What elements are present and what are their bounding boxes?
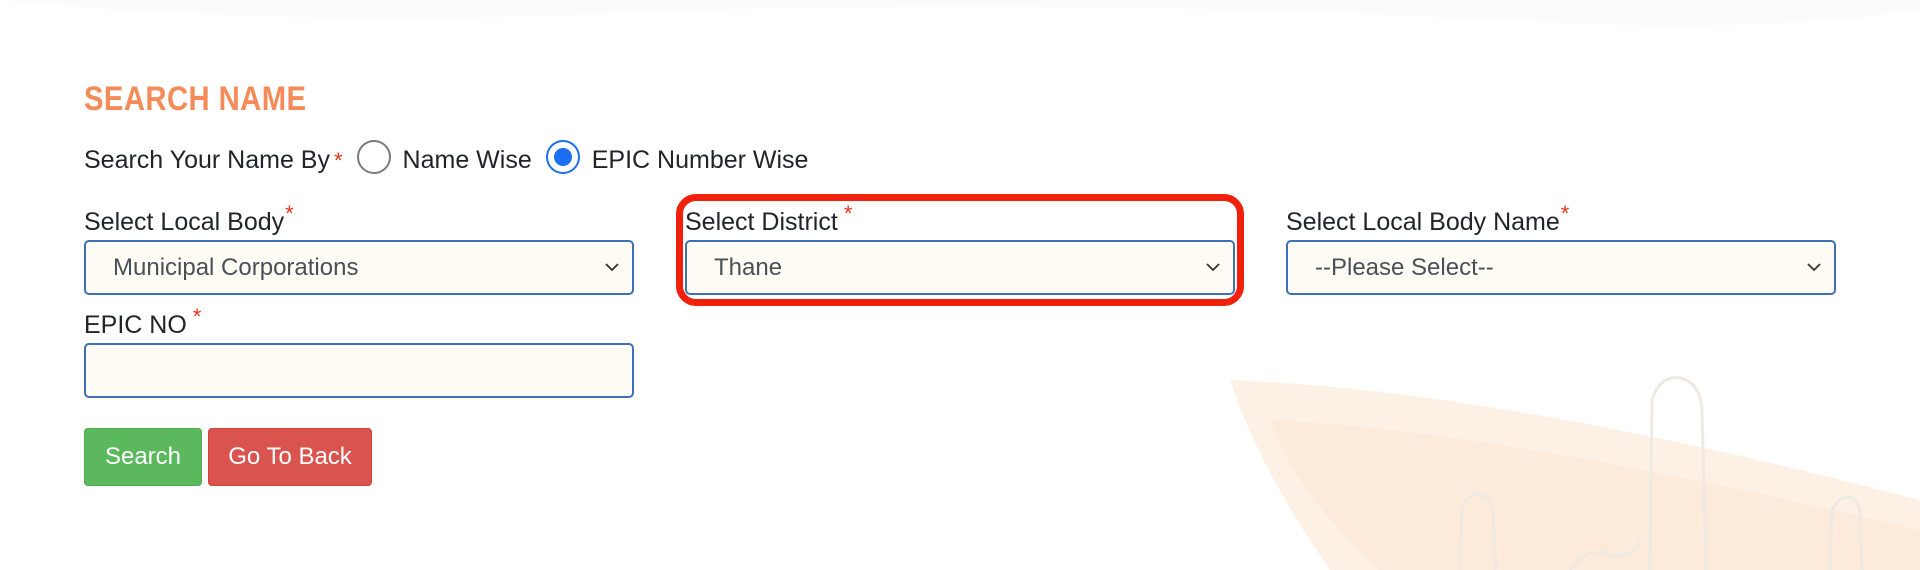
required-asterisk: * — [192, 303, 202, 329]
district-label: Select District * — [685, 200, 853, 236]
radio-button-selected[interactable] — [545, 139, 580, 174]
local-body-select[interactable]: Municipal Corporations — [84, 240, 634, 295]
chevron-down-icon — [1206, 263, 1220, 272]
search-by-row: Search Your Name By * Name Wise EPIC Num… — [84, 139, 809, 175]
required-asterisk: * — [1560, 200, 1570, 226]
radio-label: Name Wise — [402, 146, 532, 174]
epic-no-input[interactable] — [84, 343, 634, 398]
radio-button[interactable] — [356, 139, 391, 174]
radio-label: EPIC Number Wise — [591, 146, 809, 174]
required-asterisk: * — [285, 200, 294, 226]
chevron-down-icon — [1807, 263, 1821, 272]
district-value: Thane — [714, 253, 783, 281]
radio-epic-number-wise[interactable]: EPIC Number Wise — [545, 139, 809, 175]
local-body-name-select[interactable]: --Please Select-- — [1286, 240, 1836, 295]
search-by-label: Search Your Name By — [84, 146, 330, 174]
district-select[interactable]: Thane — [685, 240, 1235, 295]
required-asterisk: * — [843, 200, 853, 226]
go-to-back-button[interactable]: Go To Back — [208, 428, 372, 486]
search-button[interactable]: Search — [84, 428, 202, 486]
search-name-panel: SEARCH NAME Search Your Name By * Name W… — [0, 0, 1920, 570]
epic-no-label: EPIC NO * — [84, 303, 202, 339]
chevron-down-icon — [605, 263, 619, 272]
local-body-name-label: Select Local Body Name* — [1286, 200, 1570, 236]
local-body-label: Select Local Body* — [84, 200, 294, 236]
radio-name-wise[interactable]: Name Wise — [356, 139, 532, 175]
page-title: SEARCH NAME — [84, 80, 307, 118]
local-body-name-value: --Please Select-- — [1315, 253, 1494, 281]
local-body-value: Municipal Corporations — [113, 253, 359, 281]
